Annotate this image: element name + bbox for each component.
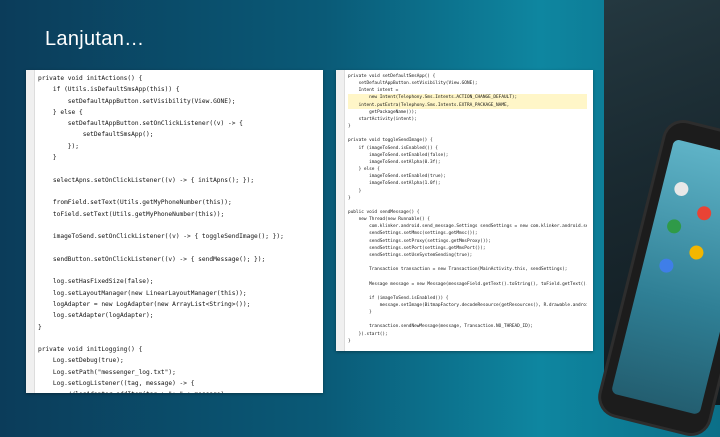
- code-line: private void setDefaultSmsApp() {: [348, 74, 436, 79]
- code-line: sendSettings.setUseSystemSending(true);: [348, 252, 473, 258]
- code-line: }: [38, 154, 57, 162]
- code-line: logAdapter = new LogAdapter(new ArrayLis…: [38, 300, 251, 308]
- code-line: });: [38, 142, 79, 150]
- code-line: log.setHasFixedSize(false);: [38, 278, 154, 286]
- code-line: if (imageToSend.isEnabled()) {: [348, 145, 438, 151]
- code-screenshot-left: private void initActions() { if (Utils.i…: [26, 70, 323, 393]
- code-line: sendSettings.setMmsc(settings.getMmsc())…: [348, 231, 478, 237]
- code-block: private void setDefaultSmsApp() { setDef…: [348, 73, 587, 345]
- code-line: setDefaultAppButton.setOnClickListener((…: [38, 120, 243, 128]
- code-line: intent.putExtra(Telephony.Sms.Intents.EX…: [348, 101, 587, 109]
- code-line: Intent intent =: [348, 88, 399, 94]
- editor-gutter: [336, 70, 345, 351]
- code-line: transaction.sendNewMessage(message, Tran…: [348, 324, 534, 330]
- code-line: if (Utils.isDefaultSmsApp(this)) {: [38, 86, 180, 94]
- code-line: Log.setPath("messenger_log.txt");: [38, 368, 176, 376]
- slide-title: Lanjutan…: [45, 28, 145, 50]
- code-line: log.setAdapter(logAdapter);: [38, 312, 154, 320]
- code-line: startActivity(intent);: [348, 116, 417, 122]
- code-line: }: [348, 188, 362, 194]
- app-icon: [687, 244, 705, 262]
- code-line: new Intent(Telephony.Sms.Intents.ACTION_…: [348, 94, 587, 102]
- app-icon: [672, 180, 690, 198]
- code-line: Message message = new Message(messageFie…: [369, 281, 587, 287]
- code-line: log.setLayoutManager(new LinearLayoutMan…: [38, 289, 247, 297]
- code-line: }: [348, 195, 351, 201]
- code-line: setDefaultSmsApp();: [38, 131, 154, 139]
- code-line: sendButton.setOnClickListener((v) -> { s…: [38, 255, 266, 263]
- code-line: selectApns.setOnClickListener((v) -> { i…: [38, 176, 255, 184]
- code-line: }: [348, 338, 351, 344]
- code-line: } else {: [348, 167, 380, 173]
- code-line: getPackageName());: [348, 109, 417, 115]
- code-line: imageToSend.setEnabled(true);: [348, 174, 446, 180]
- code-line: }).start();: [348, 331, 388, 337]
- code-line: setDefaultAppButton.setVisibility(View.G…: [38, 97, 236, 105]
- editor-gutter: [26, 70, 35, 393]
- code-line: new Thread(new Runnable() {: [348, 217, 430, 223]
- app-icon: [665, 217, 683, 235]
- app-icon: [695, 204, 713, 222]
- code-line: imageToSend.setAlpha(1.0f);: [348, 181, 441, 187]
- code-line: sendSettings.setPort(settings.getMmsPort…: [348, 245, 486, 251]
- code-line: message.setImage(BitmapFactory.decodeRes…: [348, 303, 587, 308]
- app-icon: [657, 257, 675, 275]
- code-line: if (imageToSend.isEnabled()) {: [348, 295, 449, 301]
- code-line: private void initActions() {: [38, 75, 143, 82]
- code-line: private void initLogging() {: [38, 346, 143, 354]
- code-line: }: [348, 310, 372, 316]
- code-line: Log.setLogListener((tag, message) -> {: [38, 380, 195, 388]
- code-line: fromField.setText(Utils.getMyPhoneNumber…: [38, 199, 232, 207]
- code-line: imageToSend.setOnClickListener((v) -> { …: [38, 233, 284, 241]
- code-line: toField.setText(Utils.getMyPhoneNumber(t…: [38, 210, 225, 218]
- code-screenshot-right: private void setDefaultSmsApp() { setDef…: [336, 70, 593, 351]
- code-line: }: [38, 323, 42, 331]
- code-line: imageToSend.setAlpha(0.3f);: [348, 159, 441, 165]
- code-line: public void sendMessage() {: [348, 209, 420, 215]
- code-line: setDefaultAppButton.setVisibility(View.G…: [348, 81, 478, 87]
- code-block: private void initActions() { if (Utils.i…: [38, 73, 317, 393]
- code-line: private void toggleSendImage() {: [348, 138, 433, 144]
- code-line: Transaction transaction = new Transactio…: [348, 267, 568, 273]
- code-line: //logAdapter.addItem(tag + ": " + messag…: [38, 389, 317, 393]
- code-line: sendSettings.setProxy(settings.getMmsPro…: [348, 238, 491, 244]
- code-line: Log.setDebug(true);: [38, 357, 124, 365]
- code-line: imageToSend.setEnabled(false);: [348, 152, 449, 158]
- code-line: com.klinker.android.send_message.Setting…: [369, 224, 587, 230]
- code-line: }: [348, 124, 351, 130]
- code-line: } else {: [38, 108, 83, 116]
